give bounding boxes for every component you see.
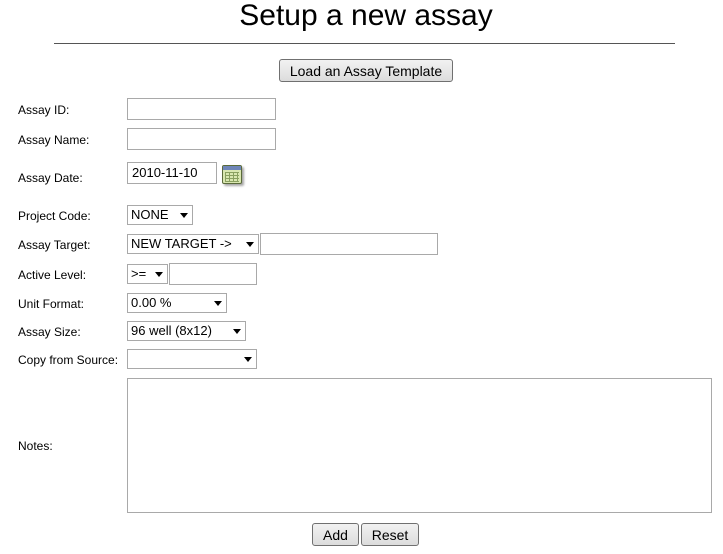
assay-name-label: Assay Name: — [18, 133, 90, 147]
chevron-down-icon — [155, 272, 163, 277]
chevron-down-icon — [214, 301, 222, 306]
chevron-down-icon — [180, 213, 188, 218]
calendar-icon[interactable] — [222, 165, 242, 184]
add-button[interactable]: Add — [312, 523, 359, 546]
notes-label: Notes: — [18, 439, 53, 453]
active-level-field[interactable] — [169, 263, 257, 285]
chevron-down-icon — [233, 329, 241, 334]
load-template-button[interactable]: Load an Assay Template — [279, 59, 453, 82]
assay-target-selected: NEW TARGET -> — [131, 236, 232, 251]
assay-date-field[interactable]: 2010-11-10 — [127, 162, 217, 184]
chevron-down-icon — [244, 357, 252, 362]
page-title: Setup a new assay — [239, 0, 493, 32]
assay-size-selected: 96 well (8x12) — [131, 323, 212, 338]
assay-target-select[interactable]: NEW TARGET -> — [127, 234, 259, 254]
assay-size-select[interactable]: 96 well (8x12) — [127, 321, 246, 341]
active-level-operator-select[interactable]: >= — [127, 264, 168, 284]
assay-id-label: Assay ID: — [18, 103, 70, 117]
assay-name-field[interactable] — [127, 128, 276, 150]
copy-from-source-label: Copy from Source: — [18, 353, 119, 367]
assay-target-label: Assay Target: — [18, 238, 91, 252]
unit-format-selected: 0.00 % — [131, 295, 172, 310]
assay-size-label: Assay Size: — [18, 325, 81, 339]
calendar-icon-header — [223, 166, 241, 170]
assay-target-field[interactable] — [260, 233, 438, 255]
chevron-down-icon — [246, 242, 254, 247]
project-code-selected: NONE — [131, 207, 169, 222]
unit-format-label: Unit Format: — [18, 297, 85, 311]
reset-button[interactable]: Reset — [361, 523, 419, 546]
project-code-label: Project Code: — [18, 209, 91, 223]
project-code-select[interactable]: NONE — [127, 205, 193, 225]
active-level-operator-selected: >= — [131, 266, 147, 281]
notes-textarea[interactable] — [127, 378, 712, 513]
copy-from-source-select[interactable] — [127, 349, 257, 369]
active-level-label: Active Level: — [18, 268, 87, 282]
title-divider — [54, 43, 675, 44]
assay-id-field[interactable] — [127, 98, 276, 120]
calendar-icon-grid — [225, 172, 239, 182]
unit-format-select[interactable]: 0.00 % — [127, 293, 227, 313]
assay-date-label: Assay Date: — [18, 171, 83, 185]
